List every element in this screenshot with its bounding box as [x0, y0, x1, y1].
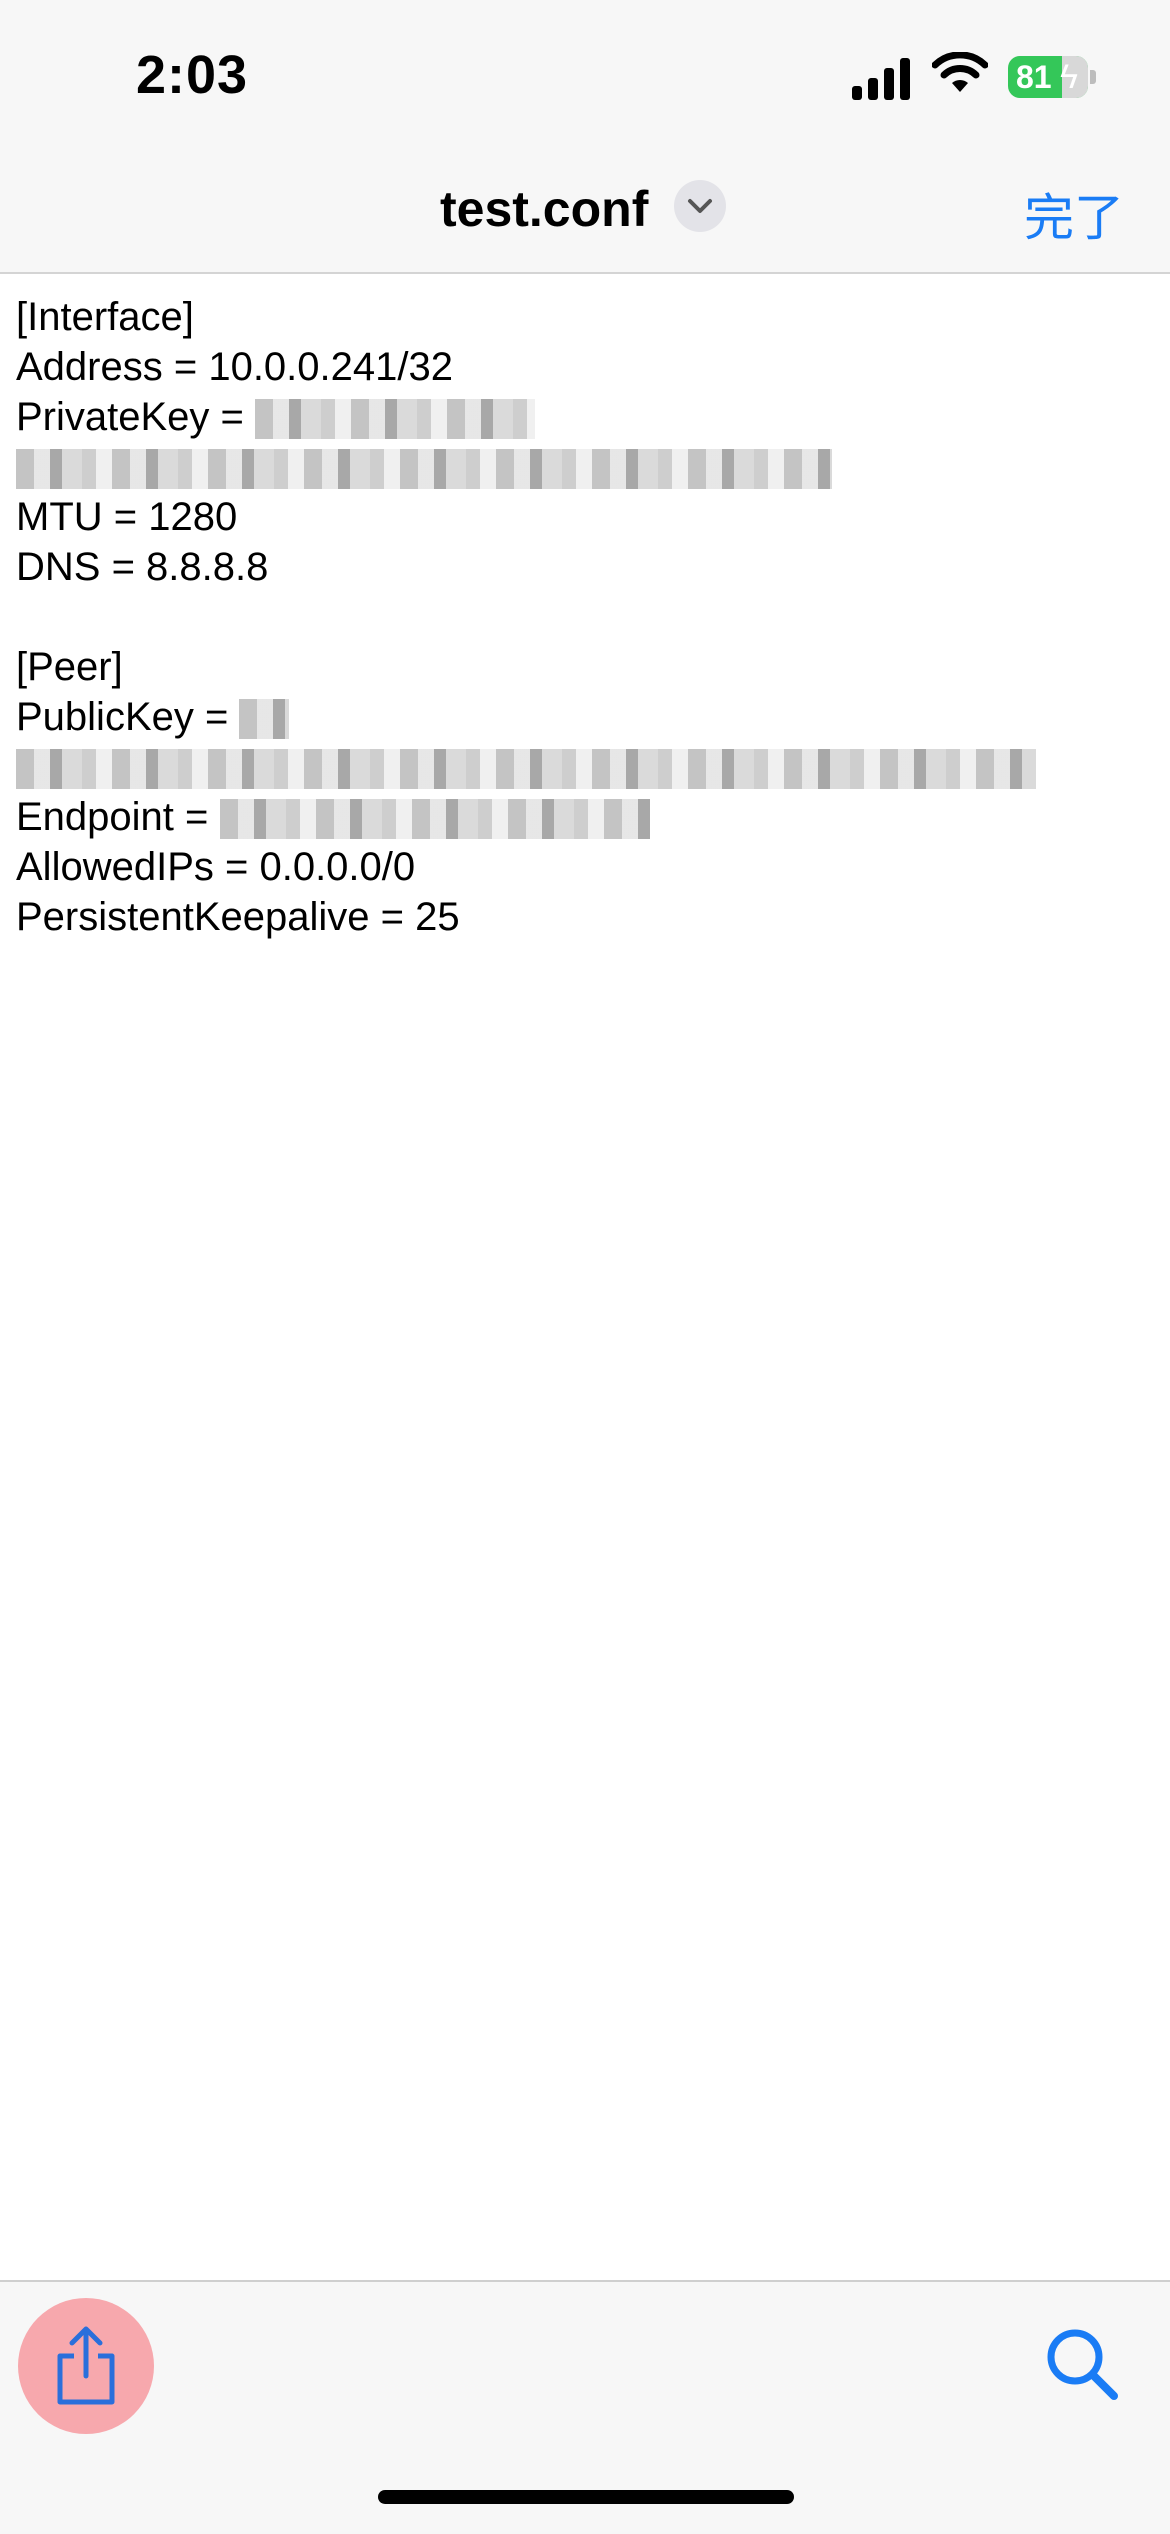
- wifi-icon: [932, 52, 988, 92]
- redacted-private-key: [255, 399, 536, 440]
- address-line: Address = 10.0.0.241/32: [16, 345, 453, 389]
- private-key-continuation: [16, 442, 1156, 492]
- redacted-endpoint: [219, 799, 650, 840]
- interface-header: [Interface]: [16, 295, 194, 339]
- public-key-continuation: [16, 742, 1156, 792]
- endpoint-label: Endpoint =: [16, 795, 209, 839]
- status-time: 2:03: [136, 45, 249, 105]
- title-menu-button[interactable]: [674, 180, 726, 232]
- home-indicator[interactable]: [378, 2490, 794, 2504]
- file-content[interactable]: [Interface] Address = 10.0.0.241/32 Priv…: [16, 292, 1156, 942]
- private-key-label: PrivateKey =: [16, 395, 244, 439]
- charging-bolt-icon: ϟ: [1060, 58, 1078, 96]
- cellular-signal-icon: [852, 56, 914, 100]
- endpoint-line: Endpoint =: [16, 792, 1156, 842]
- redacted-public-key: [239, 699, 290, 740]
- share-icon: [57, 2326, 115, 2405]
- page-title[interactable]: test.conf: [440, 180, 648, 238]
- navigation-bar: test.conf 完了: [0, 150, 1170, 274]
- public-key-line: PublicKey =: [16, 692, 1156, 742]
- peer-header: [Peer]: [16, 645, 123, 689]
- done-button[interactable]: 完了: [1024, 178, 1124, 250]
- public-key-label: PublicKey =: [16, 695, 229, 739]
- redacted-public-key-continued: [16, 749, 1036, 790]
- private-key-line: PrivateKey =: [16, 392, 1156, 442]
- status-bar: 2:03 81 ϟ: [0, 0, 1170, 150]
- search-icon[interactable]: [1044, 2326, 1120, 2402]
- allowed-ips-line: AllowedIPs = 0.0.0.0/0: [16, 845, 416, 889]
- redacted-private-key-continued: [16, 449, 832, 490]
- mtu-line: MTU = 1280: [16, 495, 238, 539]
- dns-line: DNS = 8.8.8.8: [16, 545, 269, 589]
- keepalive-line: PersistentKeepalive = 25: [16, 895, 460, 939]
- battery-level: 81: [1016, 59, 1052, 95]
- share-button[interactable]: [18, 2298, 154, 2434]
- battery-cap: [1090, 70, 1096, 84]
- chevron-down-icon: [688, 199, 712, 213]
